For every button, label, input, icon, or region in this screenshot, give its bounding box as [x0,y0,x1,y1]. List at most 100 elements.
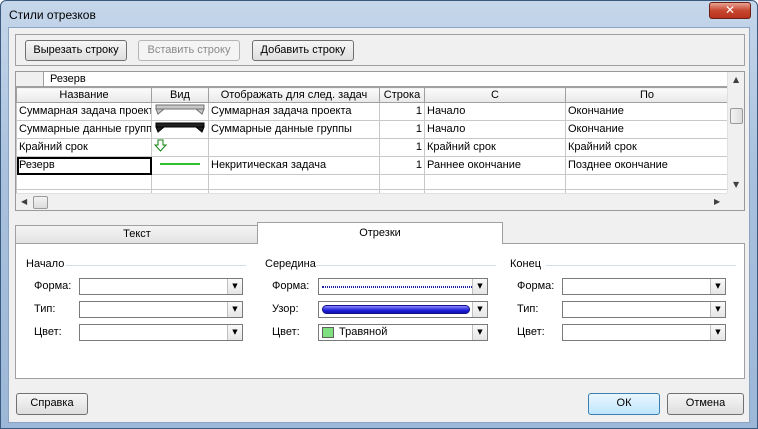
table-row[interactable] [16,174,729,190]
cell-from[interactable]: Раннее окончание [424,156,566,175]
horizontal-scroll-thumb[interactable] [33,196,48,209]
cell-row[interactable]: 1 [379,138,425,157]
styles-table: Название Вид Отображать для след. задач … [16,87,729,205]
edit-bar-corner [16,72,44,86]
end-group-divider [546,265,736,266]
bar-styles-grid: Резерв Название Вид Отображать для след.… [15,71,745,211]
row-toolbar: Вырезать строку Вставить строку Добавить… [15,34,745,66]
middle-group-title: Середина [265,258,316,270]
cell-from[interactable]: Крайний срок [424,138,566,157]
middle-color-label: Цвет: [272,326,300,338]
table-row[interactable]: Крайний срок 1 Крайний срок Крайний срок [16,138,729,157]
ok-button[interactable]: ОК [588,393,660,415]
cell-show-for[interactable]: Некритическая задача [208,156,380,175]
table-row[interactable]: Суммарные данные групп Суммарные данные … [16,120,729,139]
dialog-body: Вырезать строку Вставить строку Добавить… [8,27,750,423]
bars-tab-panel: Начало Форма: ▼ Тип: ▼ Цвет: ▼ Середина … [15,243,745,379]
cell-show-for[interactable] [208,138,380,157]
dropdown-arrow-icon[interactable]: ▼ [710,325,725,340]
cut-row-button[interactable]: Вырезать строку [25,40,127,61]
col-header-from[interactable]: С [424,87,566,103]
cell-view[interactable] [151,156,209,175]
table-row[interactable]: Суммарная задача проект Суммарная задача… [16,102,729,121]
tab-strip: Текст Отрезки [15,222,745,244]
cell-edit-bar: Резерв [16,72,728,87]
cell-show-for[interactable]: Суммарная задача проекта [208,102,380,121]
color-swatch [322,327,334,338]
col-header-row[interactable]: Строка [379,87,425,103]
start-shape-label: Форма: [34,280,72,292]
add-row-button[interactable]: Добавить строку [252,40,354,61]
end-type-select[interactable]: ▼ [562,301,726,318]
pattern-preview-bar [322,305,470,314]
cell-name[interactable]: Крайний срок [16,138,152,157]
end-shape-select[interactable]: ▼ [562,278,726,295]
cell-to[interactable]: Окончание [565,102,729,121]
scroll-left-icon[interactable]: ◀ [21,197,27,206]
cell-from[interactable]: Начало [424,102,566,121]
cell-row[interactable]: 1 [379,102,425,121]
cell-from[interactable]: Начало [424,120,566,139]
vertical-scrollbar[interactable]: ▲ ▼ [727,72,744,193]
summary-bar-black-icon [155,122,205,133]
cell-name[interactable]: Суммарная задача проект [16,102,152,121]
middle-shape-label: Форма: [272,280,310,292]
col-header-view[interactable]: Вид [151,87,209,103]
start-group-title: Начало [26,258,65,270]
cancel-button[interactable]: Отмена [667,393,744,415]
scroll-corner [727,193,744,210]
middle-shape-select[interactable]: ▼ [318,278,488,295]
col-header-name[interactable]: Название [16,87,152,103]
middle-pattern-label: Узор: [272,303,299,315]
dropdown-arrow-icon[interactable]: ▼ [710,279,725,294]
cell-row[interactable]: 1 [379,120,425,139]
tab-bars[interactable]: Отрезки [257,222,503,244]
cell-to[interactable]: Позднее окончание [565,156,729,175]
end-group-title: Конец [510,258,542,270]
scroll-up-icon[interactable]: ▲ [733,75,739,84]
middle-color-select[interactable]: Травяной ▼ [318,324,488,341]
tab-text[interactable]: Текст [15,225,259,244]
cell-view[interactable] [151,120,209,139]
green-line-icon [160,163,200,165]
paste-row-button[interactable]: Вставить строку [138,40,240,61]
dropdown-arrow-icon[interactable]: ▼ [227,302,242,317]
table-header: Название Вид Отображать для след. задач … [16,87,729,103]
summary-bar-gray-icon [155,104,205,115]
cell-edit-input[interactable]: Резерв [50,73,86,85]
start-color-label: Цвет: [34,326,62,338]
cell-to[interactable]: Окончание [565,120,729,139]
cell-row[interactable]: 1 [379,156,425,175]
help-button[interactable]: Справка [16,393,88,415]
scroll-down-icon[interactable]: ▼ [733,180,739,189]
cell-view[interactable] [151,138,209,157]
window-title: Стили отрезков [9,8,96,22]
vertical-scroll-thumb[interactable] [730,108,743,124]
dropdown-arrow-icon[interactable]: ▼ [472,279,487,294]
scroll-right-icon[interactable]: ▶ [714,197,720,206]
table-row[interactable]: Резерв Некритическая задача 1 Раннее око… [16,156,729,175]
middle-group-divider [316,265,496,266]
start-color-select[interactable]: ▼ [79,324,243,341]
col-header-show-for[interactable]: Отображать для след. задач [208,87,380,103]
middle-pattern-select[interactable]: ▼ [318,301,488,318]
start-shape-select[interactable]: ▼ [79,278,243,295]
start-type-label: Тип: [34,303,56,315]
end-color-select[interactable]: ▼ [562,324,726,341]
dropdown-arrow-icon[interactable]: ▼ [710,302,725,317]
deadline-arrow-icon [153,139,168,152]
dropdown-arrow-icon[interactable]: ▼ [227,279,242,294]
start-group-divider [66,265,246,266]
cell-view[interactable] [151,102,209,121]
start-type-select[interactable]: ▼ [79,301,243,318]
close-button[interactable]: ✕ [709,2,751,19]
dropdown-arrow-icon[interactable]: ▼ [227,325,242,340]
col-header-to[interactable]: По [565,87,729,103]
cell-name-selected[interactable]: Резерв [16,156,152,175]
horizontal-scrollbar[interactable]: ◀ ▶ [16,193,728,210]
cell-name[interactable]: Суммарные данные групп [16,120,152,139]
dropdown-arrow-icon[interactable]: ▼ [472,302,487,317]
cell-to[interactable]: Крайний срок [565,138,729,157]
cell-show-for[interactable]: Суммарные данные группы [208,120,380,139]
dropdown-arrow-icon[interactable]: ▼ [472,325,487,340]
